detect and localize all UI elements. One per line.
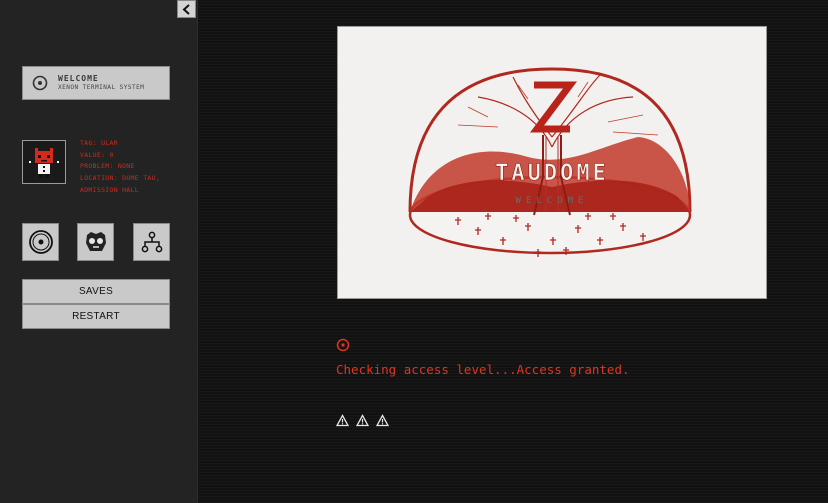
- profile-info: TAG: ULAR VALUE: 0 PROBLEM: NONE LOCATIO…: [80, 138, 160, 197]
- restart-button[interactable]: RESTART: [22, 304, 170, 329]
- skull-mask-icon: [85, 232, 106, 251]
- chevron-left-icon: [182, 3, 190, 15]
- logo-text: WELCOME XENON TERMINAL SYSTEM: [58, 75, 144, 91]
- profile-problem: PROBLEM: NONE: [80, 162, 135, 171]
- warning-triangle-icon: [336, 414, 349, 427]
- collapse-sidebar-button[interactable]: [177, 0, 196, 18]
- dome-tree-emblem: TAUDOME WELCOME: [408, 67, 692, 257]
- sidebar: WELCOME XENON TERMINAL SYSTEM TAG: ULAR …: [0, 0, 198, 503]
- disc-button[interactable]: [22, 223, 59, 261]
- disc-icon: [28, 230, 53, 254]
- profile-location-detail: ADMISSION HALL: [80, 185, 139, 194]
- logo-title: WELCOME: [58, 74, 99, 83]
- saves-button[interactable]: SAVES: [22, 279, 170, 304]
- mask-button[interactable]: [77, 223, 114, 261]
- status-message: Checking access level...Access granted.: [336, 362, 630, 377]
- profile-location: LOCATION: DOME TAU,: [80, 174, 161, 183]
- network-button[interactable]: [133, 223, 170, 261]
- red-devil-avatar-icon: [29, 148, 59, 178]
- target-circle-icon: [336, 338, 350, 352]
- warning-triangle-icon: [376, 414, 389, 427]
- emblem-welcome-text: WELCOME: [516, 196, 589, 206]
- emblem-glyph-banner: TAUDOME: [495, 161, 609, 186]
- warning-triangle-icon: [356, 414, 369, 427]
- ring-icon: [32, 75, 48, 91]
- profile-value: VALUE: 0: [80, 150, 114, 159]
- logo-subtitle: XENON TERMINAL SYSTEM: [58, 84, 145, 91]
- network-tree-icon: [141, 231, 162, 253]
- avatar[interactable]: [22, 140, 66, 184]
- profile-tag: TAG: ULAR: [80, 139, 118, 147]
- warning-icon-row: [336, 414, 389, 427]
- dome-emblem-image: TAUDOME WELCOME: [337, 26, 767, 299]
- logo-banner[interactable]: WELCOME XENON TERMINAL SYSTEM: [22, 66, 170, 100]
